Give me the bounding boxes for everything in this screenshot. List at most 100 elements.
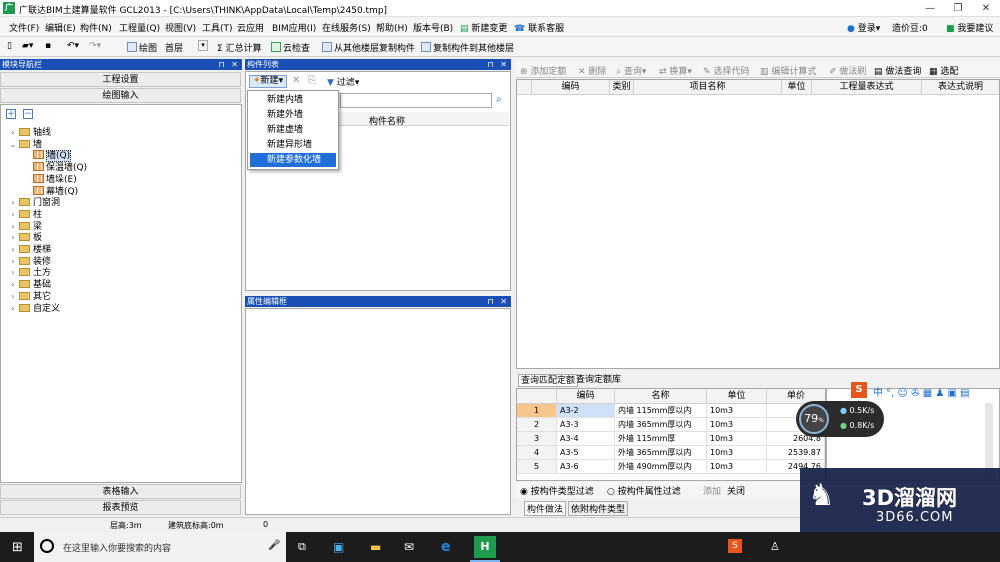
menu-new-shaped-wall[interactable]: 新建异形墙 [250,138,336,152]
row-name[interactable]: 外墙 490mm厚以内 [615,460,707,474]
query-button[interactable]: ⌕ 查询▾ [616,64,646,77]
filter-by-type-radio[interactable]: ◉ 按构件类型过滤 [520,484,594,497]
expand-arrow-icon[interactable]: › [9,280,17,289]
row-unit[interactable]: 10m3 [707,404,767,418]
expand-arrow-icon[interactable]: › [9,292,17,301]
select-code-button[interactable]: ✎ 选择代码 [703,64,749,77]
component-list-pin-icons[interactable]: ⊓ ✕ [488,59,510,70]
row-number[interactable]: 4 [517,446,557,460]
row-number[interactable]: 1 [517,404,557,418]
search-icon[interactable]: ⌕ [496,94,502,105]
project-settings-button[interactable]: 工程设置 [0,72,241,87]
tab-attached-types[interactable]: 依附构件类型 [568,501,629,516]
filter-button[interactable]: ▼ 过滤▾ [327,75,359,88]
expand-arrow-icon[interactable]: › [9,245,17,254]
copy-to-button[interactable]: 复制构件到其他楼层 [421,41,514,54]
match-button[interactable]: ▦ 选配 [929,64,958,77]
row-unit[interactable]: 10m3 [707,460,767,474]
new-file-icon[interactable]: ▯ [7,41,12,51]
table-input-button[interactable]: 表格输入 [0,484,241,499]
sogou-icon[interactable]: S [851,382,867,398]
menu-contact[interactable]: ☎ 联系客服 [514,21,564,34]
menu-component[interactable]: 构件(N) [80,21,112,34]
menu-file[interactable]: 文件(F) [9,21,39,34]
row-number[interactable]: 2 [517,418,557,432]
row-code[interactable]: A3-5 [557,446,615,460]
add-quota-button[interactable]: ⊕ 添加定额 [520,64,566,77]
property-pin-icons[interactable]: ⊓ ✕ [488,296,510,307]
tab-match-quota[interactable]: 查询匹配定额 [518,374,579,387]
tree-item[interactable]: › 自定义 [9,301,60,314]
open-file-icon[interactable]: ▰▾ [22,41,33,51]
row-name[interactable]: 外墙 365mm厚以内 [615,446,707,460]
copy-icon[interactable]: ⎘ [308,75,316,86]
pin-close-icons[interactable]: ⊓ ✕ [219,59,241,70]
menu-online[interactable]: 在线服务(S) [322,21,371,34]
tab-component-method[interactable]: 构件做法 [524,501,567,516]
menu-tools[interactable]: 工具(T) [202,21,233,34]
row-price[interactable]: 2539.87 [767,446,825,460]
expand-arrow-icon[interactable]: › [9,222,17,231]
delete-button[interactable]: ✕ 删除 [578,64,606,77]
menu-edit[interactable]: 编辑(E) [45,21,76,34]
menu-version[interactable]: 版本号(B) [413,21,453,34]
row-name[interactable]: 内墙 365mm厚以内 [615,418,707,432]
row-number[interactable]: 5 [517,460,557,474]
microphone-icon[interactable]: 🎤 [268,540,280,551]
taskbar-app-icon[interactable]: ▣ [333,540,344,554]
row-code[interactable]: A3-2 [557,404,615,418]
expand-arrow-icon[interactable]: › [9,198,17,207]
component-search-input[interactable] [340,93,492,108]
tab-quota-library[interactable]: 查询定额库 [576,374,621,386]
mail-icon[interactable]: ✉ [404,540,414,554]
row-name[interactable]: 外墙 115mm厚 [615,432,707,446]
tray-people-icon[interactable]: ♙ [770,540,780,553]
row-code[interactable]: A3-6 [557,460,615,474]
menu-help[interactable]: 帮助(H) [376,21,408,34]
convert-button[interactable]: ⇄ 换算▾ [659,64,692,77]
menu-new-virtual-wall[interactable]: 新建虚墙 [250,123,336,137]
expand-arrow-icon[interactable]: › [9,257,17,266]
floor-select[interactable]: 首层 [165,41,183,54]
task-view-icon[interactable]: ⧉ [298,540,306,554]
menu-view[interactable]: 视图(V) [165,21,196,34]
row-unit[interactable]: 10m3 [707,418,767,432]
cloud-check-button[interactable]: 云检查 [271,41,310,54]
row-code[interactable]: A3-3 [557,418,615,432]
menu-new-change[interactable]: ▤ 新建变更 [460,21,507,34]
row-name[interactable]: 内墙 115mm厚以内 [615,404,707,418]
edge-icon[interactable]: e [441,539,451,555]
delete-icon[interactable]: ✕ [292,75,300,86]
maximize-button[interactable]: ❐ [944,0,972,17]
row-unit[interactable]: 10m3 [707,446,767,460]
row-unit[interactable]: 10m3 [707,432,767,446]
windows-start-icon[interactable]: ⊞ [12,540,23,555]
expand-arrow-icon[interactable]: › [9,210,17,219]
file-explorer-icon[interactable]: ▬ [370,540,381,554]
draw-button[interactable]: 绘图 [127,41,157,54]
save-icon[interactable]: ▪ [45,41,51,51]
expand-arrow-icon[interactable]: › [9,128,17,137]
tray-sogou-icon[interactable]: S [728,539,742,553]
minimize-button[interactable]: — [916,0,944,17]
taskbar-search-box[interactable]: 在这里输入你要搜索的内容 🎤 [34,532,286,562]
close-filter-button[interactable]: 关闭 [727,484,745,497]
menu-new-inner-wall[interactable]: 新建内墙 [250,93,336,107]
ime-toolbar-icons[interactable]: 中 °, ☺ ✇ ▦ ♟ ▣ ▤ [873,384,970,399]
drawing-input-button[interactable]: 绘图输入 [0,88,241,103]
redo-icon[interactable]: ↷▾ [89,41,101,51]
menu-quantity[interactable]: 工程量(Q) [119,21,160,34]
menu-new-parametric-wall[interactable]: 新建参数化墙 [250,153,336,167]
sum-button[interactable]: Σ 汇总计算 [217,41,262,54]
report-preview-button[interactable]: 报表预览 [0,500,241,515]
suggest-button[interactable]: ■ 我要建议 [946,21,993,34]
add-button[interactable]: 添加 [703,484,721,497]
expand-arrow-icon[interactable]: › [9,233,17,242]
row-code[interactable]: A3-4 [557,432,615,446]
method-brush-button[interactable]: ✐ 做法刷 [829,64,866,77]
glodon-app-icon[interactable]: H [474,536,496,558]
menu-cloud[interactable]: 云应用 [237,21,264,34]
expand-all-icon[interactable]: + [6,109,16,119]
filter-by-prop-radio[interactable]: ○ 按构件属性过滤 [607,484,681,497]
method-query-button[interactable]: ▤ 做法查询 [874,64,921,77]
